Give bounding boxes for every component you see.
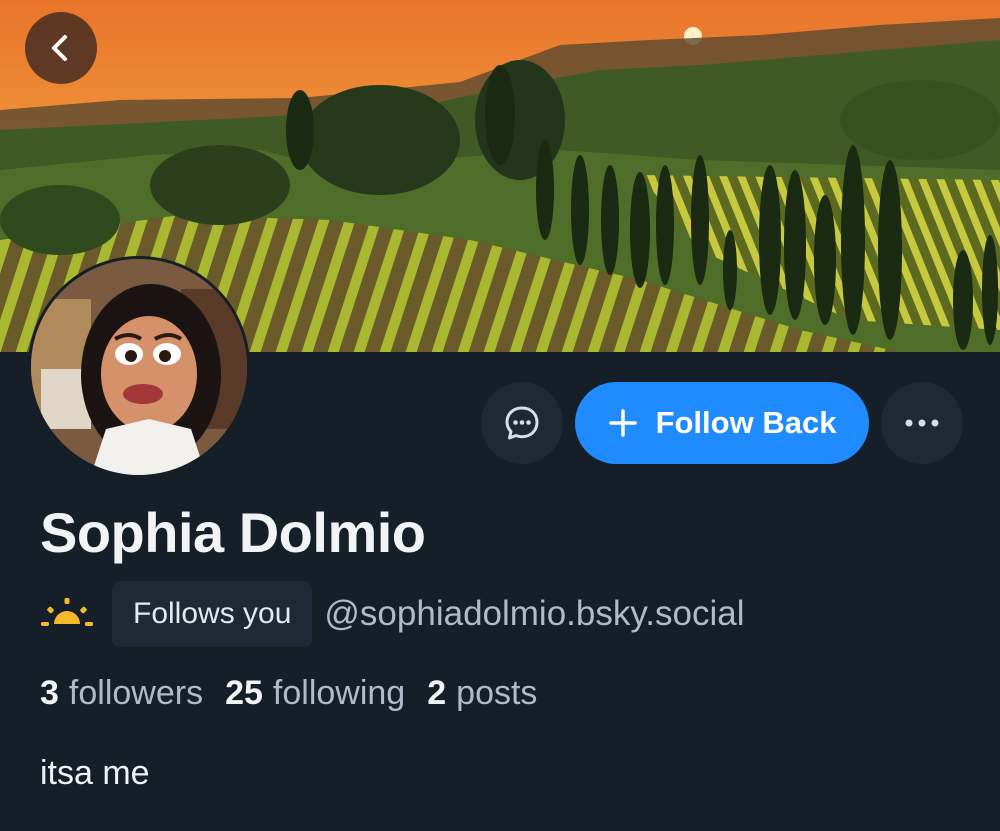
profile-handle: @sophiadolmio.bsky.social [324, 594, 745, 633]
posts-stat: 2 posts [427, 674, 537, 713]
profile-meta: Follows you @sophiadolmio.bsky.social [40, 581, 744, 647]
posts-count: 2 [427, 674, 447, 712]
chevron-left-icon [52, 35, 67, 61]
chat-bubble-icon [505, 406, 539, 440]
plus-icon [608, 409, 637, 437]
ellipsis-icon [905, 419, 939, 427]
following-link[interactable]: 25 following [225, 674, 405, 713]
followers-count: 3 [40, 674, 59, 712]
follows-you-badge: Follows you [112, 581, 313, 647]
profile-stats: 3 followers 25 following 2 posts [40, 674, 559, 713]
avatar[interactable] [28, 256, 250, 478]
back-button[interactable] [25, 12, 97, 84]
follow-back-button[interactable]: Follow Back [575, 382, 869, 464]
display-name: Sophia Dolmio [40, 501, 426, 564]
following-count: 25 [225, 674, 263, 712]
following-label: following [272, 674, 406, 712]
profile-actions: Follow Back [481, 382, 963, 464]
profile-bio: itsa me [40, 754, 150, 792]
more-options-button[interactable] [881, 382, 963, 464]
followers-label: followers [68, 674, 204, 712]
followers-link[interactable]: 3 followers [40, 674, 203, 713]
avatar-image [31, 259, 247, 475]
posts-label: posts [456, 674, 538, 712]
sun-icon [41, 598, 93, 626]
message-button[interactable] [481, 382, 563, 464]
follow-back-label: Follow Back [655, 405, 837, 440]
